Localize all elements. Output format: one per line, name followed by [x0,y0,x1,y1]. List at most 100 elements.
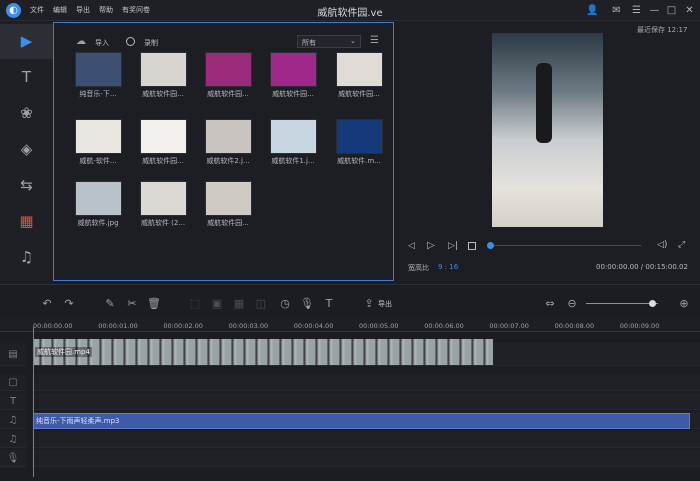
filter-value: 所有 [302,39,316,47]
media-thumbnail[interactable] [205,181,252,216]
media-thumbnail[interactable] [75,181,122,216]
user-icon[interactable]: 👤 [586,4,599,17]
stop-icon[interactable] [468,242,476,250]
autosave-status: 最近保存 12:17 [637,26,688,34]
zoom-slider-track[interactable] [586,303,658,304]
delete-icon[interactable]: 🗑 [147,297,161,311]
media-item-label: 纯音乐-下... [79,90,117,98]
minimize-icon[interactable]: — [648,4,661,17]
microphone-icon[interactable]: 🎙 [300,297,314,311]
prev-frame-icon[interactable]: ◁ [408,241,415,251]
freeze-icon[interactable]: ▣ [210,297,224,311]
zoom-out-icon[interactable]: ⊖ [565,297,579,311]
menu-icon[interactable]: ☰ [630,4,643,17]
fullscreen-icon[interactable]: ⤢ [678,240,685,250]
media-thumbnail[interactable] [140,119,187,154]
preview-video-frame [492,33,603,227]
sidebar-music[interactable]: ♫ [0,240,53,275]
sidebar-elements[interactable]: ▦ [0,204,53,239]
media-item-label: 威航软件2.j... [206,157,250,165]
text-to-speech-icon[interactable]: T [322,297,336,311]
preview-panel: 最近保存 12:17 ◁ ▷ ▷| ◁) ⤢ 宽高比 9 : 16 00:00:… [396,22,700,281]
sidebar-transitions[interactable]: ⇆ [0,168,53,203]
media-item-label: 威航软件园... [207,90,249,98]
duration-icon[interactable]: ◷ [278,297,292,311]
record-icon[interactable] [126,37,135,46]
text-lane[interactable] [32,393,700,410]
zoom-slider-handle[interactable] [649,300,656,307]
sidebar-overlays[interactable]: ◈ [0,132,53,167]
media-thumbnail[interactable] [336,119,383,154]
media-item-label: 威航软件园... [272,90,314,98]
media-thumbnail[interactable] [140,181,187,216]
sidebar-text[interactable]: T [0,60,53,95]
video-clip-label: 威航软件园.mp4 [35,347,92,357]
snapshot-icon[interactable]: ◫ [254,297,268,311]
export-button[interactable]: 导出 [378,299,392,309]
ruler-tick-label: 00:00:06.00 [424,322,464,330]
media-thumbnail[interactable] [336,52,383,87]
voice-track-icon: 🎙 [0,450,26,467]
next-frame-icon[interactable]: ▷| [448,241,458,251]
video-track-icon: ▤ [0,343,26,366]
filters-icon: ❀ [20,104,33,122]
redo-icon[interactable]: ↷ [62,297,76,311]
media-thumbnail[interactable] [205,52,252,87]
fit-timeline-icon[interactable]: ⇔ [543,297,557,311]
playhead[interactable] [33,327,34,477]
media-thumbnail[interactable] [75,119,122,154]
media-item-label: 威航软件1.j... [271,157,315,165]
music-track-icon: ♫ [0,412,26,429]
media-thumbnail[interactable] [140,52,187,87]
import-icon[interactable]: ☁ [76,36,86,47]
import-button[interactable]: 导入 [95,38,109,48]
message-icon[interactable]: ✉ [610,4,623,17]
overlay-lane[interactable] [32,374,700,391]
audio-clip[interactable]: 纯音乐-下雨声轻柔声.mp3 [33,413,690,429]
music-lane-2[interactable] [32,431,700,448]
media-item-label: 威航软件园... [142,90,184,98]
crop-icon[interactable]: ⬚ [188,297,202,311]
mosaic-icon[interactable]: ▦ [232,297,246,311]
preview-progress-handle[interactable] [487,242,494,249]
text-icon: T [21,68,32,86]
transition-icon: ⇆ [20,176,33,194]
filter-select[interactable]: 所有 ⌄ [297,35,361,48]
edit-icon[interactable]: ✎ [103,297,117,311]
record-button[interactable]: 录制 [144,38,158,48]
export-icon[interactable]: ⇪ [362,297,376,311]
media-icon: ▶ [20,32,33,50]
music-track-2-icon: ♫ [0,431,26,448]
ruler-tick-label: 00:00:07.00 [489,322,529,330]
overlay-track-icon: ▢ [0,374,26,391]
text-track-icon: T [0,393,26,410]
sidebar-media[interactable]: ▶ [0,24,53,59]
ruler-tick-label: 00:00:08.00 [554,322,595,330]
music-icon: ♫ [19,248,34,266]
close-icon[interactable]: ✕ [683,4,696,17]
maximize-icon[interactable]: □ [665,4,678,17]
undo-icon[interactable]: ↶ [40,297,54,311]
video-clip[interactable]: 威航软件园.mp4 [33,339,493,365]
media-thumbnail[interactable] [205,119,252,154]
cut-icon[interactable]: ✂ [125,297,139,311]
preview-progress-track[interactable] [489,245,641,246]
volume-icon[interactable]: ◁) [657,240,667,250]
audio-clip-label: 纯音乐-下雨声轻柔声.mp3 [36,417,120,425]
media-thumbnail[interactable] [75,52,122,87]
media-item-label: 威航-软件... [79,157,117,165]
voice-lane[interactable] [32,450,700,467]
media-item-label: 威航软件.m... [337,157,381,165]
list-view-icon[interactable]: ☰ [370,35,379,46]
media-thumbnail[interactable] [270,119,317,154]
title-bar: ◐ 文件 编辑 导出 帮助 有奖问卷 威航软件园.ve 👤 ✉ ☰ — □ ✕ [0,0,700,21]
aspect-ratio-label: 宽高比 [408,264,429,272]
aspect-ratio-value[interactable]: 9 : 16 [438,263,458,271]
play-icon[interactable]: ▷ [427,240,435,251]
sidebar-filters[interactable]: ❀ [0,96,53,131]
media-item-label: 威航软件园... [207,219,249,227]
ruler-tick-label: 00:00:00.00 [33,322,73,330]
ruler-tick-label: 00:00:02.00 [163,322,203,330]
media-thumbnail[interactable] [270,52,317,87]
zoom-in-icon[interactable]: ⊕ [677,297,691,311]
